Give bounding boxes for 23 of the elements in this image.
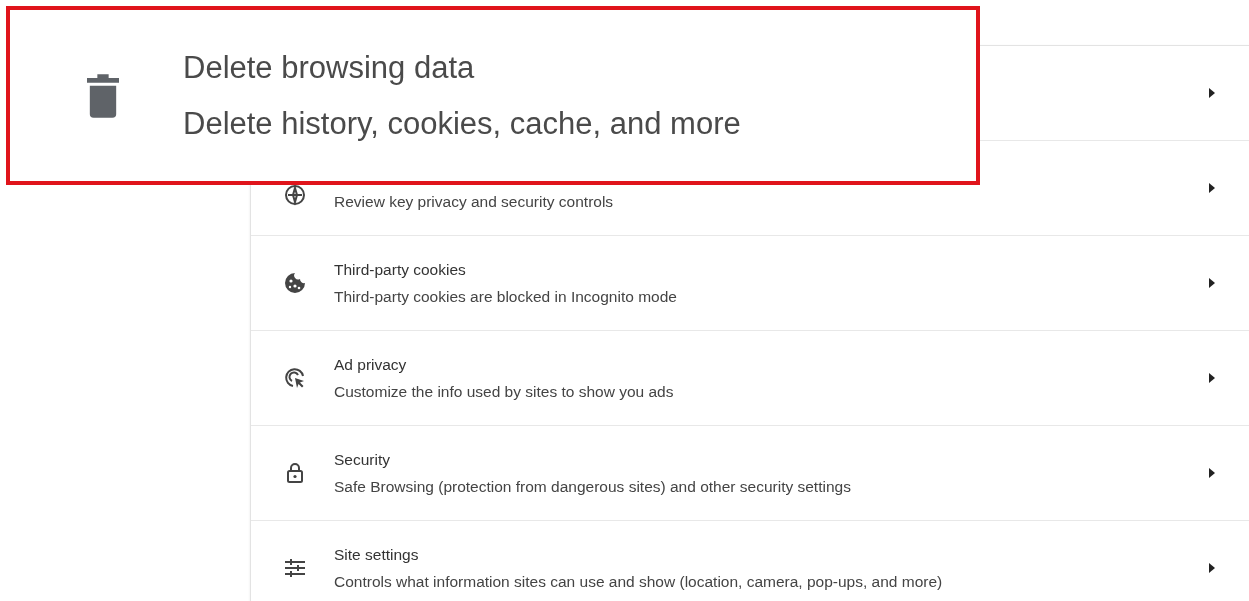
setting-title: Security <box>334 450 390 470</box>
setting-description: Customize the info used by sites to show you ads <box>334 382 675 401</box>
arrow-icon[interactable] <box>1209 563 1215 573</box>
setting-title: Site settings <box>334 545 419 565</box>
setting-title: Third-party cookies <box>334 260 466 280</box>
arrow-icon[interactable] <box>1209 88 1215 98</box>
setting-description: Controls what information sites can use and show (location, camera, pop-ups, and more) <box>334 572 944 591</box>
arrow-icon[interactable] <box>1209 468 1215 478</box>
lock-icon <box>286 462 304 484</box>
arrow-icon[interactable] <box>1209 183 1215 193</box>
callout-description: Delete history, cookies, cache, and more <box>183 105 741 142</box>
cursor-target-icon <box>284 367 306 389</box>
setting-description: Safe Browsing (protection from dangerous sites) and other security settings <box>334 477 852 496</box>
compass-icon <box>284 184 306 206</box>
setting-description: Review key privacy and security controls <box>334 192 615 211</box>
arrow-icon[interactable] <box>1209 278 1215 288</box>
callout-title: Delete browsing data <box>183 49 476 86</box>
sliders-icon <box>284 558 306 578</box>
cookie-icon <box>284 272 306 294</box>
arrow-icon[interactable] <box>1209 373 1215 383</box>
setting-description: Third-party cookies are blocked in Incognito mode <box>334 287 678 306</box>
trash-icon <box>87 73 119 118</box>
setting-title: Ad privacy <box>334 355 407 375</box>
